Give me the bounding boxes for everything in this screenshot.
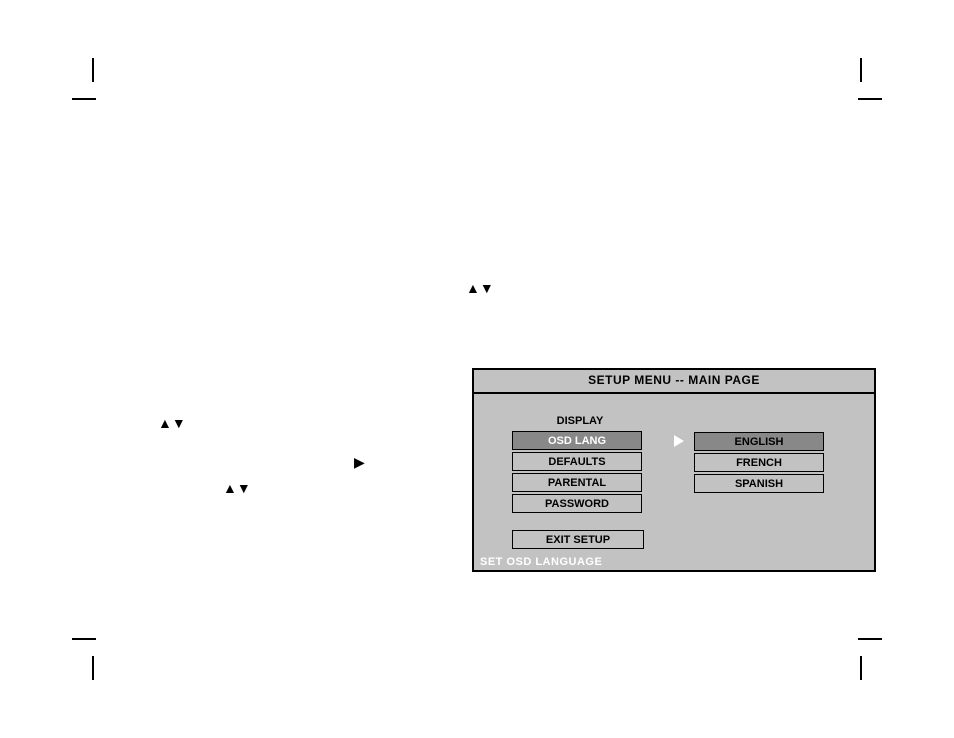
setup-menu-title-bar: SETUP MENU -- MAIN PAGE [474,370,874,394]
menu-item-password[interactable]: PASSWORD [512,494,642,513]
menu-item-display[interactable]: DISPLAY [512,412,642,429]
menu-label-display: DISPLAY [557,415,604,427]
setup-menu-list: DISPLAY OSD LANG DEFAULTS PARENTAL PASSW… [512,412,642,515]
submenu-item-french[interactable]: FRENCH [694,453,824,472]
submenu-item-english[interactable]: ENGLISH [694,432,824,451]
up-down-icon: ▲▼ [158,415,186,431]
setup-menu-panel: SETUP MENU -- MAIN PAGE DISPLAY OSD LANG… [472,368,876,572]
menu-item-defaults[interactable]: DEFAULTS [512,452,642,471]
crop-mark-bottom-left [52,640,92,680]
up-down-icon: ▲▼ [466,280,494,296]
crop-mark-bottom-right [862,640,902,680]
crop-mark-top-right [862,58,902,98]
submenu-pointer-icon [674,435,684,447]
setup-menu-body: DISPLAY OSD LANG DEFAULTS PARENTAL PASSW… [474,394,874,554]
menu-label-defaults: DEFAULTS [548,456,605,468]
menu-item-parental[interactable]: PARENTAL [512,473,642,492]
up-down-icon: ▲▼ [223,480,251,496]
menu-item-osd-lang[interactable]: OSD LANG [512,431,642,450]
status-text: SET OSD LANGUAGE [480,556,602,568]
submenu-label-english: ENGLISH [735,436,784,448]
setup-menu-title: SETUP MENU -- MAIN PAGE [588,373,760,387]
crop-mark-top-left [52,58,92,98]
exit-setup-button[interactable]: EXIT SETUP [512,530,644,549]
submenu-label-french: FRENCH [736,457,782,469]
submenu-item-spanish[interactable]: SPANISH [694,474,824,493]
menu-label-osd-lang: OSD LANG [548,435,606,447]
menu-label-parental: PARENTAL [548,477,606,489]
menu-label-password: PASSWORD [545,498,609,510]
status-bar: SET OSD LANGUAGE [474,552,874,570]
right-icon: ▶ [354,454,365,471]
submenu-label-spanish: SPANISH [735,478,783,490]
exit-setup-label: EXIT SETUP [546,534,610,546]
submenu-list: ENGLISH FRENCH SPANISH [694,432,824,495]
